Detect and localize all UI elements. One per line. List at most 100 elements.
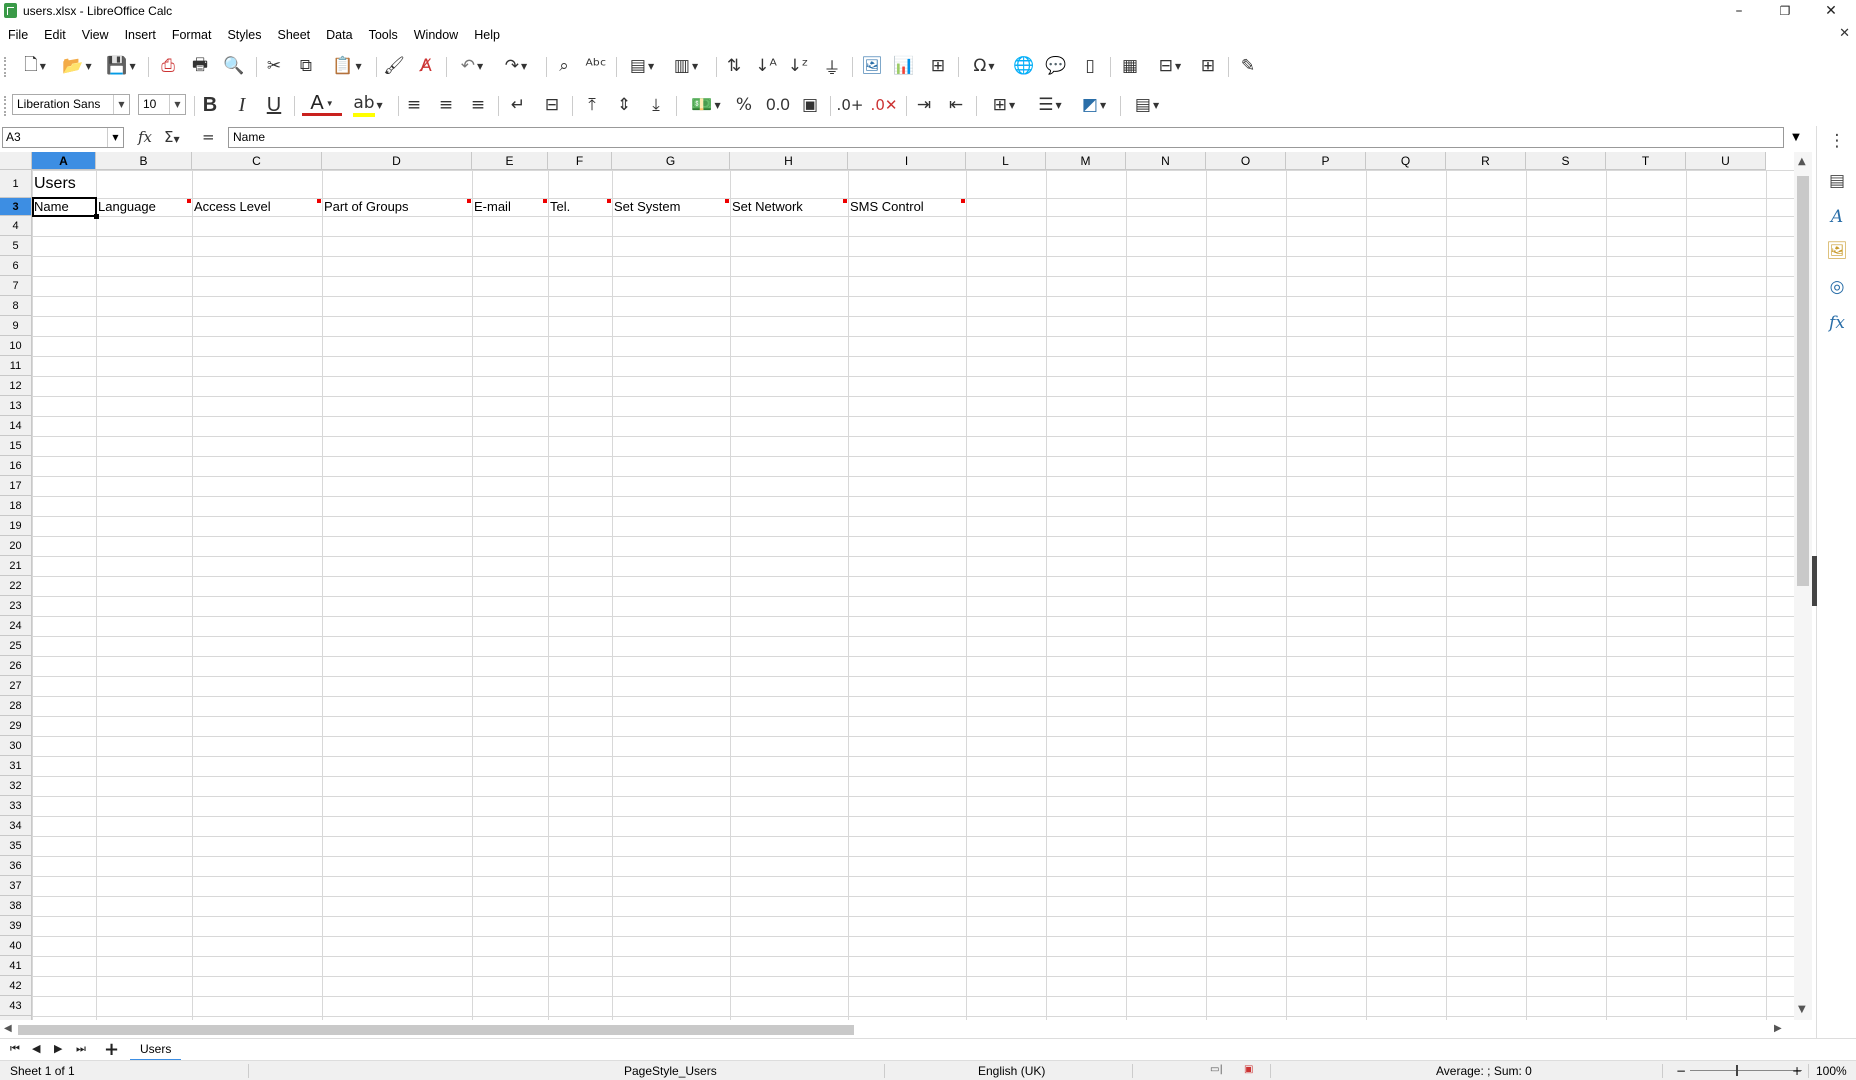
first-sheet-icon[interactable]: ⏮: [10, 1042, 20, 1056]
styles-icon[interactable]: A: [1826, 206, 1848, 228]
show-draw-functions-icon[interactable]: ✎: [1236, 54, 1260, 78]
column-header[interactable]: T: [1606, 152, 1686, 170]
export-pdf-icon[interactable]: ⎙: [156, 54, 180, 78]
align-center-icon[interactable]: ≡: [434, 93, 458, 117]
row-header[interactable]: 1: [0, 170, 32, 198]
vertical-scrollbar[interactable]: ▲ ▼: [1794, 152, 1812, 1020]
increase-indent-icon[interactable]: ⇥: [912, 93, 936, 117]
row-header[interactable]: 10: [0, 336, 32, 356]
column-header[interactable]: R: [1446, 152, 1526, 170]
insert-chart-icon[interactable]: 📊: [892, 54, 916, 78]
row-header[interactable]: 13: [0, 396, 32, 416]
comment-indicator[interactable]: [961, 199, 965, 203]
merge-cells-icon[interactable]: ⊟: [540, 93, 564, 117]
close-button[interactable]: ✕: [1808, 0, 1854, 22]
header-cell[interactable]: Access Level: [192, 198, 271, 216]
next-sheet-icon[interactable]: ▶: [54, 1042, 62, 1055]
copy-icon[interactable]: ⧉: [294, 54, 318, 78]
paste-icon[interactable]: 📋 ▼: [328, 54, 366, 78]
spreadsheet-grid[interactable]: ABCDEFGHILMNOPQRSTU 1 3 4 5 6 7 8 9 10 11 12 13 14 15…: [0, 152, 1794, 1020]
column-header[interactable]: S: [1526, 152, 1606, 170]
clone-formatting-icon[interactable]: 🖌: [382, 54, 406, 78]
menu-format[interactable]: Format: [164, 24, 220, 46]
menu-view[interactable]: View: [74, 24, 117, 46]
row-icon[interactable]: ▤ ▼: [622, 54, 662, 78]
new-document-icon[interactable]: 🗋 ▼: [16, 54, 54, 78]
horizontal-scroll-thumb[interactable]: [18, 1025, 854, 1035]
column-header[interactable]: N: [1126, 152, 1206, 170]
row-header[interactable]: 24: [0, 616, 32, 636]
pivot-table-icon[interactable]: ⊞: [926, 54, 950, 78]
chevron-down-icon[interactable]: ▼: [107, 128, 123, 147]
row-header[interactable]: 15: [0, 436, 32, 456]
scroll-down-icon[interactable]: ▼: [1798, 1004, 1806, 1015]
align-top-icon[interactable]: ⤒: [580, 93, 604, 117]
scroll-up-icon[interactable]: ▲: [1798, 156, 1806, 167]
decrease-indent-icon[interactable]: ⇤: [944, 93, 968, 117]
define-print-area-icon[interactable]: ▦: [1118, 54, 1142, 78]
freeze-rows-columns-icon[interactable]: ⊟ ▼: [1150, 54, 1190, 78]
comment-indicator[interactable]: [543, 199, 547, 203]
sum-icon[interactable]: Σ▼: [164, 127, 180, 148]
wrap-text-icon[interactable]: ↵: [506, 93, 530, 117]
column-header[interactable]: I: [848, 152, 966, 170]
highlight-color-icon[interactable]: ab ▼: [346, 93, 390, 117]
date-format-icon[interactable]: ▣: [798, 93, 822, 117]
add-sheet-button[interactable]: +: [104, 1039, 119, 1060]
row-header[interactable]: 16: [0, 456, 32, 476]
column-header[interactable]: O: [1206, 152, 1286, 170]
row-header[interactable]: 33: [0, 796, 32, 816]
spelling-icon[interactable]: ᴬᵇᶜ: [584, 54, 608, 78]
column-header[interactable]: G: [612, 152, 730, 170]
redo-icon[interactable]: ↷ ▼: [496, 54, 536, 78]
chevron-down-icon[interactable]: ▼: [169, 95, 185, 114]
column-header[interactable]: C: [192, 152, 322, 170]
undo-icon[interactable]: ↶ ▼: [452, 54, 492, 78]
cut-icon[interactable]: ✂: [262, 54, 286, 78]
row-header[interactable]: 20: [0, 536, 32, 556]
comment-indicator[interactable]: [317, 199, 321, 203]
row-header[interactable]: 32: [0, 776, 32, 796]
zoom-level[interactable]: 100%: [1816, 1064, 1847, 1078]
navigator-icon[interactable]: ◎: [1826, 276, 1848, 298]
row-header[interactable]: 36: [0, 856, 32, 876]
add-decimal-icon[interactable]: .0+: [836, 93, 864, 117]
row-header[interactable]: 14: [0, 416, 32, 436]
clear-formatting-icon[interactable]: A̸: [414, 54, 438, 78]
row-header[interactable]: 37: [0, 876, 32, 896]
border-style-icon[interactable]: ☰ ▼: [1030, 93, 1070, 117]
header-cell[interactable]: Tel.: [548, 198, 570, 216]
header-cell[interactable]: Set System: [612, 198, 680, 216]
vertical-scroll-thumb[interactable]: [1797, 176, 1809, 586]
menu-tools[interactable]: Tools: [361, 24, 406, 46]
row-header[interactable]: 5: [0, 236, 32, 256]
row-header[interactable]: 9: [0, 316, 32, 336]
page-style[interactable]: PageStyle_Users: [624, 1064, 717, 1078]
menu-insert[interactable]: Insert: [117, 24, 164, 46]
row-header[interactable]: 38: [0, 896, 32, 916]
row-header[interactable]: 27: [0, 676, 32, 696]
functions-icon[interactable]: fx: [1826, 312, 1848, 334]
column-header[interactable]: H: [730, 152, 848, 170]
comment-indicator[interactable]: [607, 199, 611, 203]
menu-edit[interactable]: Edit: [36, 24, 74, 46]
close-document-icon[interactable]: ✕: [1839, 26, 1850, 41]
row-header[interactable]: 28: [0, 696, 32, 716]
toolbar-grip[interactable]: [4, 96, 9, 116]
zoom-in-icon[interactable]: +: [1792, 1064, 1802, 1078]
italic-icon[interactable]: I: [230, 93, 254, 117]
currency-format-icon[interactable]: 💵 ▼: [684, 93, 728, 117]
insert-image-icon[interactable]: 🖼: [860, 54, 884, 78]
row-header[interactable]: 3: [0, 198, 32, 216]
sidebar-menu-icon[interactable]: ⋮: [1826, 130, 1848, 152]
comment-icon[interactable]: 💬: [1044, 54, 1068, 78]
row-header[interactable]: 35: [0, 836, 32, 856]
comment-indicator[interactable]: [467, 199, 471, 203]
row-header[interactable]: 18: [0, 496, 32, 516]
borders-icon[interactable]: ⊞ ▼: [984, 93, 1024, 117]
row-header[interactable]: 29: [0, 716, 32, 736]
header-cell[interactable]: E-mail: [472, 198, 511, 216]
number-format-icon[interactable]: 0.0: [764, 93, 792, 117]
gallery-icon[interactable]: 🖼: [1826, 240, 1848, 262]
minimize-button[interactable]: –: [1716, 0, 1762, 22]
